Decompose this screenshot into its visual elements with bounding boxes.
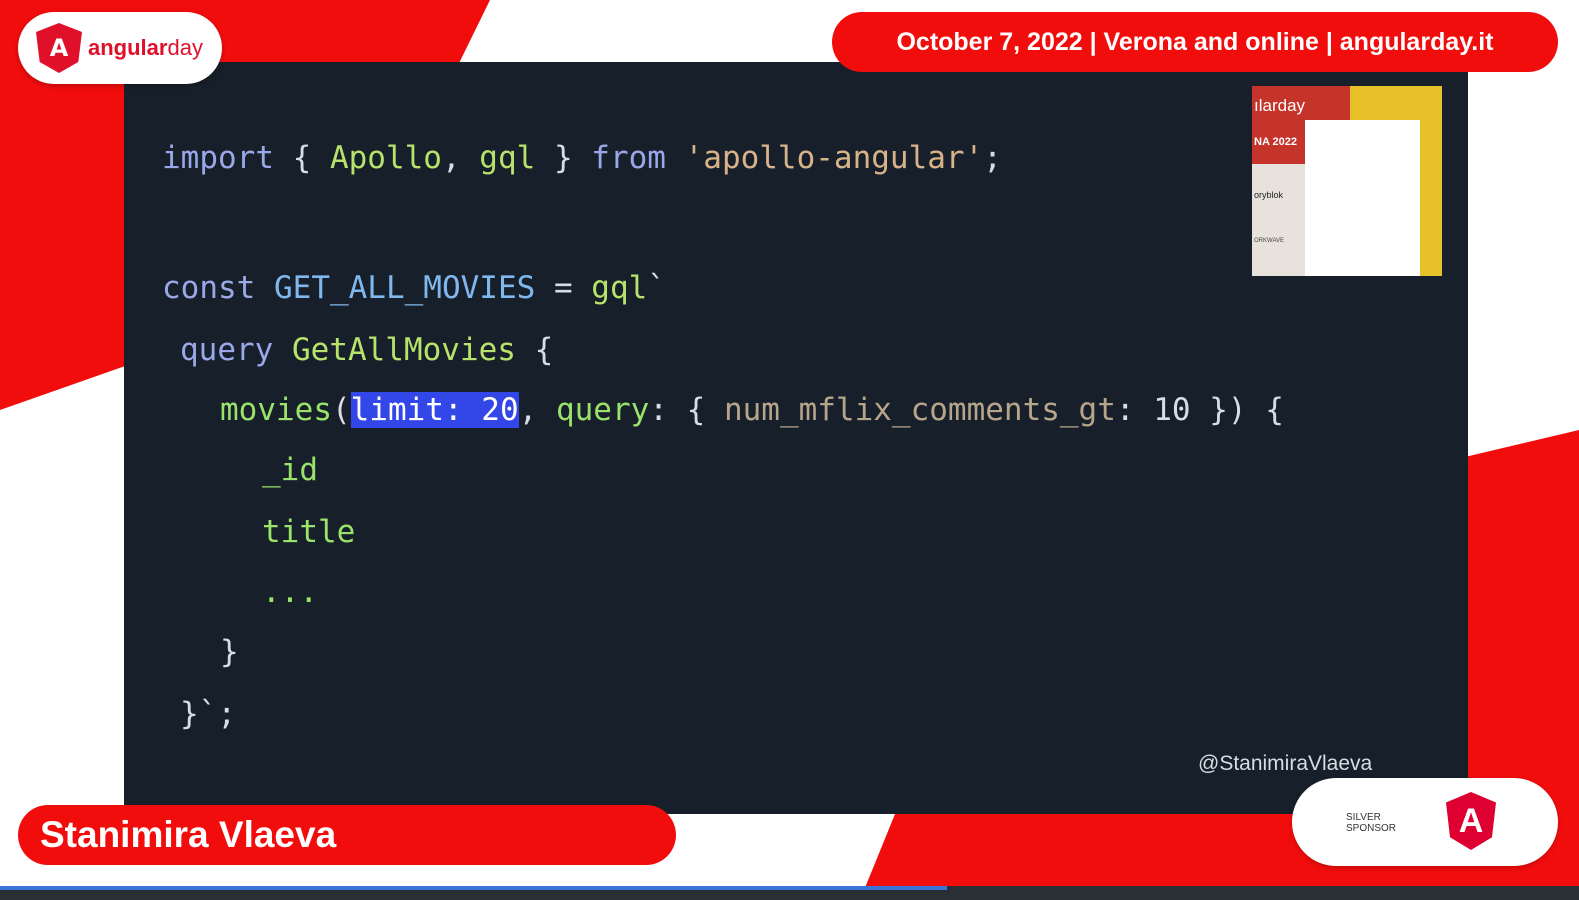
code-line-9: }`; xyxy=(180,696,236,732)
code-line-5: _id xyxy=(262,452,318,488)
webcam-sponsor-1: oryblok xyxy=(1254,190,1284,200)
angular-logo-icon: A xyxy=(1446,792,1496,850)
angularday-logo: A angularday xyxy=(18,12,222,84)
speaker-handle: @StanimiraVlaeva xyxy=(1198,752,1373,775)
code-line-6: title xyxy=(262,514,356,550)
selected-text-highlight[interactable]: limit: 20 xyxy=(350,392,519,428)
angularday-logo-icon: A xyxy=(36,23,82,73)
code-line-3: query GetAllMovies { xyxy=(180,332,554,368)
logo-text: angularday xyxy=(88,35,203,60)
webcam-year-text: NA 2022 xyxy=(1254,136,1298,148)
code-line-8: } xyxy=(220,634,239,670)
webcam-redaction xyxy=(1305,120,1420,276)
sponsor-label: SILVER SPONSOR xyxy=(1346,812,1397,834)
event-info-text: October 7, 2022 | Verona and online | an… xyxy=(896,27,1494,56)
code-line-1: import { Apollo, gql } from 'apollo-angu… xyxy=(162,140,1002,176)
speaker-name-banner: Stanimira Vlaeva xyxy=(18,805,676,865)
speaker-webcam: ılarday NA 2022 oryblok ORKWAVE xyxy=(1252,86,1442,276)
video-progress-fill xyxy=(0,886,948,890)
event-info-banner: October 7, 2022 | Verona and online | an… xyxy=(832,12,1558,72)
sponsor-badge: SILVER SPONSOR A xyxy=(1292,778,1558,866)
webcam-brand-text: ılarday xyxy=(1254,96,1306,115)
speaker-name: Stanimira Vlaeva xyxy=(40,814,337,855)
code-line-4: movies(limit: 20, query: { num_mflix_com… xyxy=(220,392,1284,428)
video-progress-bar[interactable] xyxy=(0,886,1579,900)
webcam-sponsor-2: ORKWAVE xyxy=(1254,238,1285,244)
code-line-7: ... xyxy=(262,574,318,610)
code-line-2: const GET_ALL_MOVIES = gql` xyxy=(162,270,666,306)
